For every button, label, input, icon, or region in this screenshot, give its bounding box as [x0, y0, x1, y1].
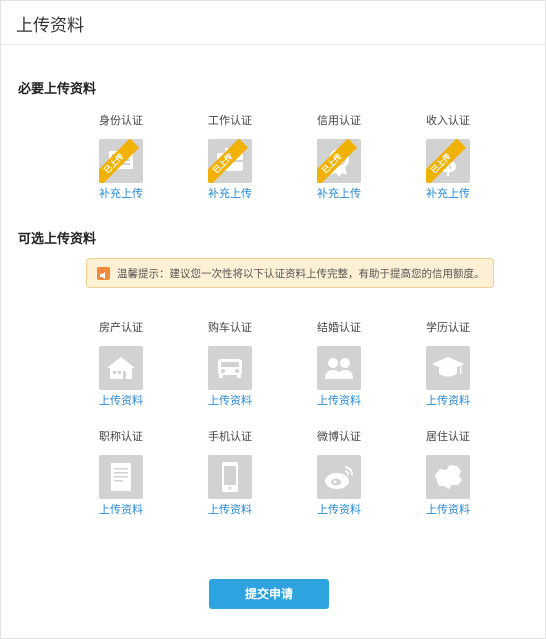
- supplement-upload-link[interactable]: 补充上传: [413, 187, 483, 201]
- item-label: 房产认证: [99, 321, 143, 334]
- submit-application-button[interactable]: 提交申请: [209, 579, 329, 609]
- upload-tile[interactable]: $ 已上传: [426, 139, 470, 183]
- document-icon: [111, 463, 131, 491]
- optional-item-education: 学历认证 上传资料: [413, 321, 483, 408]
- upload-link[interactable]: 上传资料: [86, 503, 156, 517]
- upload-tile[interactable]: 已上传: [208, 139, 252, 183]
- optional-item-property: 房产认证 上传资料: [86, 321, 156, 408]
- item-label: 手机认证: [208, 430, 252, 443]
- optional-section-title: 可选上传资料: [18, 232, 97, 247]
- supplement-upload-link[interactable]: 补充上传: [304, 187, 374, 201]
- supplement-upload-link[interactable]: 补充上传: [195, 187, 265, 201]
- upload-tile[interactable]: [426, 455, 470, 499]
- supplement-upload-link[interactable]: 补充上传: [86, 187, 156, 201]
- item-label: 收入认证: [426, 114, 470, 127]
- required-item-credit: 信用认证 已上传 补充上传: [304, 114, 374, 201]
- upload-tile[interactable]: [317, 346, 361, 390]
- item-label: 学历认证: [426, 321, 470, 334]
- couple-icon: [325, 358, 353, 379]
- optional-item-title: 职称认证 上传资料: [86, 430, 156, 517]
- upload-tile[interactable]: 已上传: [99, 139, 143, 183]
- required-item-income: 收入认证 $ 已上传 补充上传: [413, 114, 483, 201]
- item-label: 身份认证: [99, 114, 143, 127]
- tip-text: 温馨提示：建议您一次性将以下认证资料上传完整，有助于提高您的信用额度。: [117, 268, 485, 280]
- upload-link[interactable]: 上传资料: [413, 394, 483, 408]
- speaker-icon: [97, 267, 110, 280]
- upload-link[interactable]: 上传资料: [304, 394, 374, 408]
- upload-link[interactable]: 上传资料: [86, 394, 156, 408]
- upload-link[interactable]: 上传资料: [195, 503, 265, 517]
- upload-link[interactable]: 上传资料: [304, 503, 374, 517]
- optional-item-weibo: 微博认证 上传资料: [304, 430, 374, 517]
- graduation-cap-icon: [432, 357, 464, 377]
- car-icon: [218, 359, 242, 378]
- upload-tile[interactable]: 已上传: [317, 139, 361, 183]
- optional-item-marriage: 结婚认证 上传资料: [304, 321, 374, 408]
- upload-link[interactable]: 上传资料: [413, 503, 483, 517]
- optional-item-phone: 手机认证 上传资料: [195, 430, 265, 517]
- weibo-icon: [325, 466, 353, 489]
- upload-tile[interactable]: [317, 455, 361, 499]
- item-label: 结婚认证: [317, 321, 361, 334]
- mobile-phone-icon: [222, 462, 238, 492]
- upload-tile[interactable]: [99, 455, 143, 499]
- item-label: 职称认证: [99, 430, 143, 443]
- tip-banner: 温馨提示：建议您一次性将以下认证资料上传完整，有助于提高您的信用额度。: [86, 258, 494, 288]
- china-map-icon: [435, 465, 462, 489]
- page-title: 上传资料: [16, 16, 84, 36]
- optional-item-residence: 居住认证 上传资料: [413, 430, 483, 517]
- optional-item-car: 购车认证 上传资料: [195, 321, 265, 408]
- upload-tile[interactable]: [208, 455, 252, 499]
- required-item-identity: 身份认证 已上传 补充上传: [86, 114, 156, 201]
- upload-link[interactable]: 上传资料: [195, 394, 265, 408]
- upload-tile[interactable]: [426, 346, 470, 390]
- upload-tile[interactable]: [99, 346, 143, 390]
- item-label: 微博认证: [317, 430, 361, 443]
- page-header: 上传资料: [0, 0, 546, 45]
- upload-tile[interactable]: [208, 346, 252, 390]
- item-label: 工作认证: [208, 114, 252, 127]
- item-label: 居住认证: [426, 430, 470, 443]
- item-label: 购车认证: [208, 321, 252, 334]
- required-item-work: 工作认证 已上传 补充上传: [195, 114, 265, 201]
- item-label: 信用认证: [317, 114, 361, 127]
- required-section-title: 必要上传资料: [18, 82, 97, 97]
- house-icon: [107, 357, 135, 379]
